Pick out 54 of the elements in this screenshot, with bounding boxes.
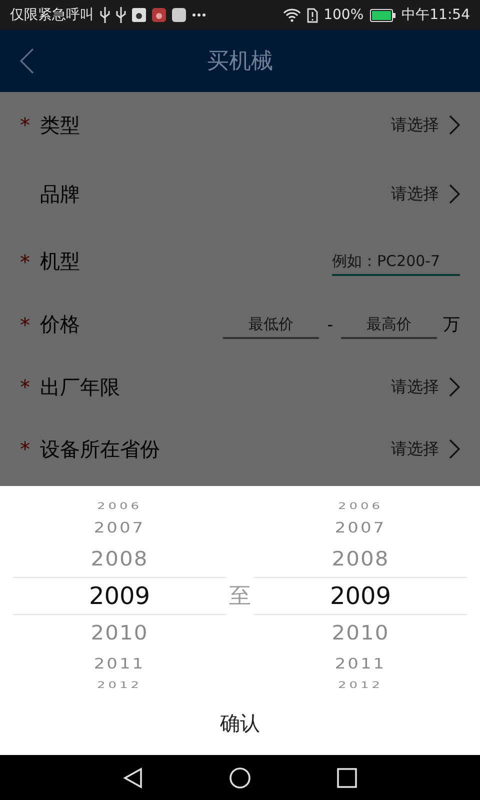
usb-icon — [116, 7, 126, 23]
year-option[interactable]: 2012 — [338, 680, 384, 690]
required-mark: * — [20, 437, 30, 461]
year-option[interactable]: 2012 — [96, 680, 142, 690]
field-label: 价格 — [40, 311, 80, 338]
year-option[interactable]: 2011 — [94, 656, 146, 672]
max-price-input[interactable]: 最高价 — [341, 310, 437, 338]
field-label: 机型 — [40, 248, 80, 275]
select-button[interactable]: 请选择 — [391, 184, 460, 204]
battery-percent: 100% — [324, 7, 364, 23]
select-button[interactable]: 请选择 — [391, 114, 460, 136]
carrier-text: 仅限紧急呼叫 — [10, 6, 94, 24]
model-input[interactable]: 例如：PC200-7 — [332, 248, 460, 276]
year-option[interactable]: 2010 — [90, 623, 148, 643]
chevron-right-icon — [449, 184, 460, 204]
page-title: 买机械 — [206, 48, 274, 76]
field-label: 类型 — [40, 112, 80, 138]
range-separator: 至 — [228, 583, 252, 611]
clock-text: 中午11:54 — [402, 6, 470, 24]
chevron-right-icon — [449, 115, 460, 135]
year-option[interactable]: 2011 — [334, 656, 386, 672]
chevron-left-icon — [20, 48, 34, 74]
range-dash: - — [327, 315, 333, 334]
field-label: 设备所在省份 — [40, 436, 160, 462]
year-option[interactable]: 2007 — [334, 520, 386, 536]
year-option[interactable]: 2007 — [94, 520, 146, 536]
confirm-button[interactable]: 确认 — [200, 704, 280, 743]
required-mark: * — [20, 113, 30, 137]
battery-icon — [370, 8, 396, 22]
field-label: 品牌 — [40, 180, 80, 208]
required-mark: * — [20, 375, 30, 399]
year-option[interactable]: 2008 — [332, 549, 390, 569]
app-icon — [172, 8, 186, 22]
chevron-right-icon — [449, 377, 460, 397]
usb-icon — [100, 7, 110, 23]
year-option[interactable]: 2009 — [330, 584, 392, 608]
select-button[interactable]: 请选择 — [391, 376, 460, 398]
year-option[interactable]: 2010 — [332, 623, 390, 643]
year-option[interactable]: 2006 — [96, 502, 142, 512]
field-label: 出厂年限 — [40, 374, 120, 400]
min-price-input[interactable]: 最低价 — [223, 310, 320, 338]
app-icon — [132, 8, 146, 22]
app-icon — [152, 8, 166, 22]
required-mark: * — [20, 312, 30, 336]
unit-label: 万 — [443, 314, 460, 336]
chevron-right-icon — [449, 439, 460, 459]
year-option[interactable]: 2008 — [90, 549, 148, 569]
year-option[interactable]: 2009 — [88, 584, 150, 608]
more-icon — [192, 13, 206, 17]
wifi-icon — [282, 8, 301, 22]
required-mark: * — [20, 250, 30, 274]
year-option[interactable]: 2006 — [338, 502, 384, 512]
sim-icon — [306, 8, 318, 22]
select-button[interactable]: 请选择 — [391, 438, 460, 460]
